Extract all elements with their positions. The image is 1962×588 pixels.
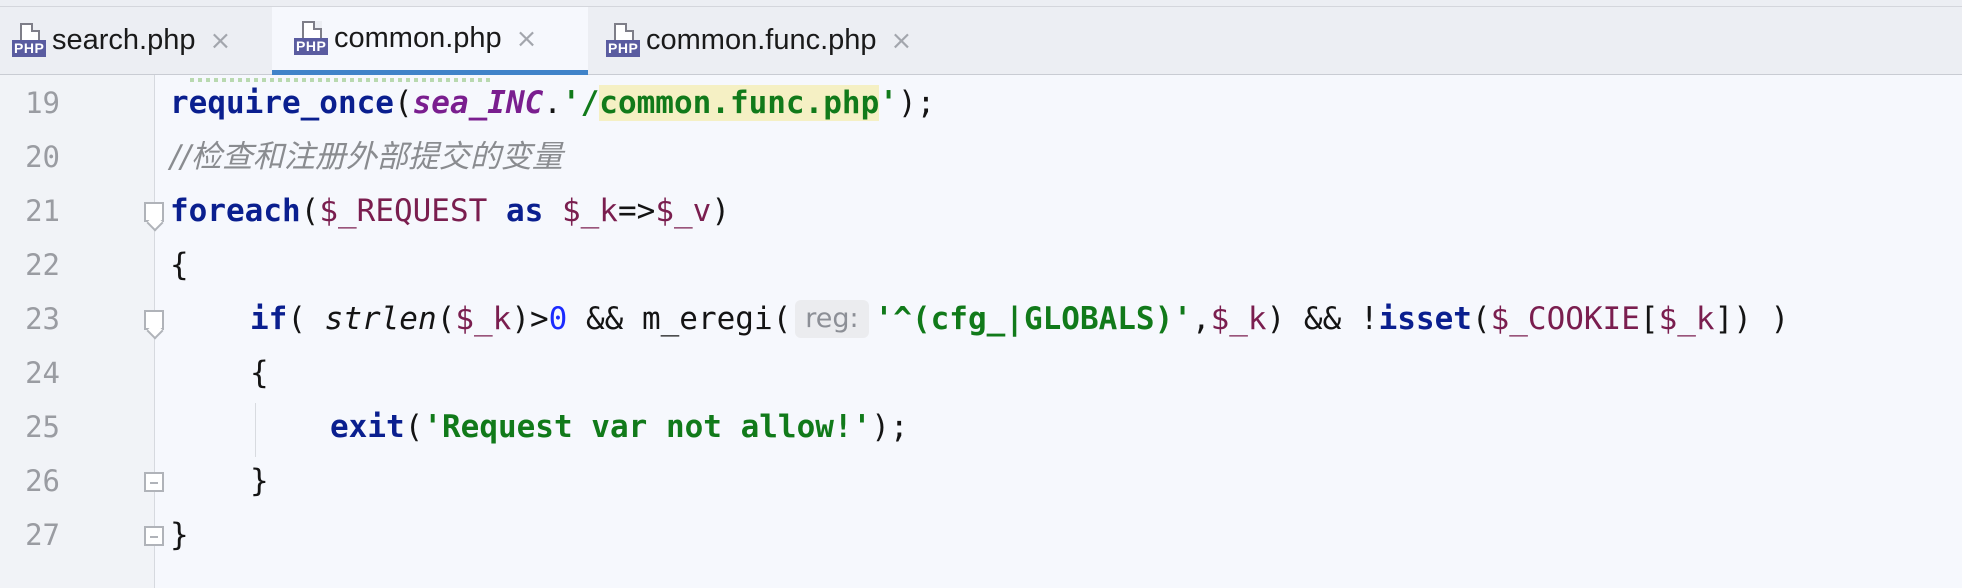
- code-line: 21 foreach($_REQUEST as $_k=>$_v): [0, 184, 1962, 238]
- editor-tab-bar: PHP search.php × PHP common.php × PHP co…: [0, 0, 1962, 75]
- code-text[interactable]: {: [170, 238, 189, 292]
- php-file-icon: PHP: [606, 22, 641, 59]
- tab-common-php[interactable]: PHP common.php ×: [272, 7, 588, 75]
- close-tab-icon[interactable]: ×: [210, 26, 232, 56]
- line-number: 19: [25, 86, 60, 120]
- line-number: 24: [25, 356, 60, 390]
- code-line: 25 exit('Request var not allow!');: [0, 400, 1962, 454]
- fold-end-icon[interactable]: [144, 472, 164, 492]
- tab-title: common.func.php: [646, 24, 877, 56]
- line-number: 25: [25, 410, 60, 444]
- parameter-hint: reg:: [795, 300, 869, 338]
- tab-search-php[interactable]: PHP search.php ×: [12, 7, 270, 74]
- line-number: 20: [25, 140, 60, 174]
- code-text[interactable]: }: [170, 508, 189, 562]
- code-comment[interactable]: //检查和注册外部提交的变量: [170, 130, 563, 184]
- fold-toggle-icon[interactable]: [144, 202, 164, 222]
- code-text[interactable]: require_once(sea_INC.'/common.func.php')…: [170, 76, 935, 130]
- line-number: 23: [25, 302, 60, 336]
- line-number: 21: [25, 194, 60, 228]
- indent-guide: [255, 403, 256, 457]
- php-file-icon: PHP: [294, 20, 329, 57]
- code-line: 27 }: [0, 508, 1962, 562]
- code-text[interactable]: foreach($_REQUEST as $_k=>$_v): [170, 184, 730, 238]
- code-text[interactable]: {: [250, 346, 269, 400]
- code-line: 24 {: [0, 346, 1962, 400]
- php-file-icon: PHP: [12, 22, 47, 59]
- fold-end-icon[interactable]: [144, 526, 164, 546]
- line-number: 22: [25, 248, 60, 282]
- tab-title: common.php: [334, 22, 502, 54]
- tab-common-func-php[interactable]: PHP common.func.php ×: [606, 7, 966, 74]
- close-tab-icon[interactable]: ×: [516, 24, 538, 54]
- code-text[interactable]: if( strlen($_k)>0 && m_eregi(reg: '^(cfg_…: [250, 292, 1789, 346]
- code-text[interactable]: }: [250, 454, 269, 508]
- code-line: 23 if( strlen($_k)>0 && m_eregi(reg: '^(c…: [0, 292, 1962, 346]
- code-line: 22 {: [0, 238, 1962, 292]
- code-line: 19 require_once(sea_INC.'/common.func.ph…: [0, 76, 1962, 130]
- code-text[interactable]: exit('Request var not allow!');: [330, 400, 909, 454]
- fold-toggle-icon[interactable]: [144, 310, 164, 330]
- code-line: 20 //检查和注册外部提交的变量: [0, 130, 1962, 184]
- tab-title: search.php: [52, 24, 196, 56]
- close-tab-icon[interactable]: ×: [891, 26, 913, 56]
- line-number: 26: [25, 464, 60, 498]
- code-editor[interactable]: 19 require_once(sea_INC.'/common.func.ph…: [0, 75, 1962, 588]
- line-number: 27: [25, 518, 60, 552]
- code-line: 26 }: [0, 454, 1962, 508]
